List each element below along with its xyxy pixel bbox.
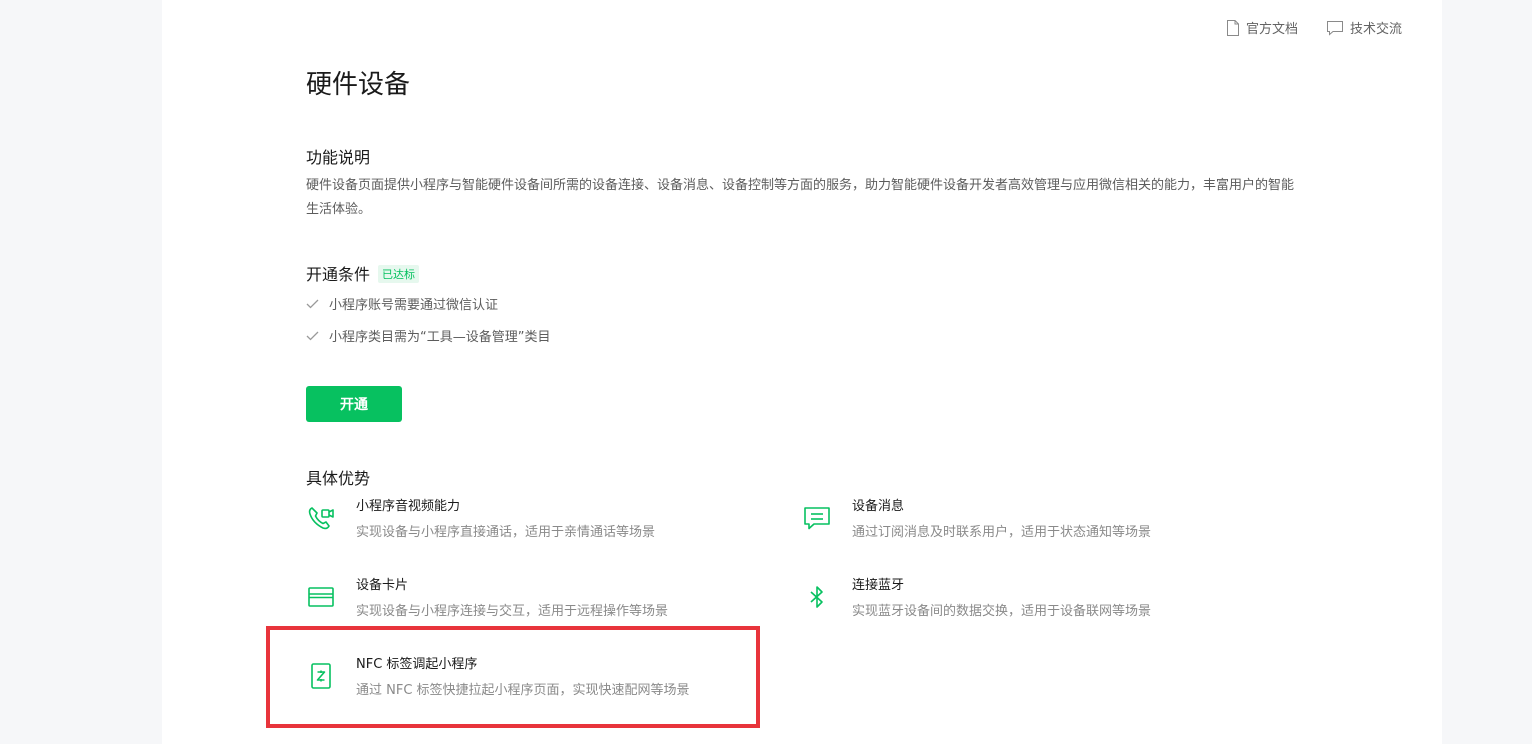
condition-item: 小程序账号需要通过微信认证 xyxy=(306,294,498,313)
feature-name: 小程序音视频能力 xyxy=(356,499,461,514)
feature-description: 通过订阅消息及时联系用户，适用于状态通知等场景 xyxy=(852,525,1152,540)
feature-item-video-call: 小程序音视频能力 实现设备与小程序直接通话，适用于亲情通话等场景 xyxy=(306,498,655,542)
page-title: 硬件设备 xyxy=(306,70,411,100)
feature-item-device-message: 设备消息 通过订阅消息及时联系用户，适用于状态通知等场景 xyxy=(802,498,1151,542)
nfc-icon xyxy=(311,663,331,689)
check-icon xyxy=(306,299,319,308)
status-badge: 已达标 xyxy=(378,265,420,283)
function-section-title: 功能说明 xyxy=(306,148,371,167)
feature-description: 通过 NFC 标签快捷拉起小程序页面，实现快速配网等场景 xyxy=(356,683,690,698)
feature-item-nfc: NFC 标签调起小程序 通过 NFC 标签快捷拉起小程序页面，实现快速配网等场景 xyxy=(306,656,690,700)
tech-community-link[interactable]: 技术交流 xyxy=(1326,18,1402,37)
feature-item-device-card: 设备卡片 实现设备与小程序连接与交互，适用于远程操作等场景 xyxy=(306,577,668,621)
conditions-section-title: 开通条件 已达标 xyxy=(306,261,420,285)
condition-item: 小程序类目需为“工具—设备管理”类目 xyxy=(306,326,550,345)
condition-text: 小程序类目需为“工具—设备管理”类目 xyxy=(329,330,551,345)
card-icon xyxy=(308,587,334,607)
main-card: 官方文档 技术交流 硬件设备 功能说明 硬件设备页面提供小程序与智能硬件设备间所… xyxy=(162,0,1442,744)
check-icon xyxy=(306,331,319,340)
feature-description: 实现设备与小程序直接通话，适用于亲情通话等场景 xyxy=(356,525,656,540)
feature-name: 设备消息 xyxy=(852,499,905,514)
chat-icon xyxy=(1326,20,1343,36)
condition-text: 小程序账号需要通过微信认证 xyxy=(329,298,499,313)
feature-description: 实现设备与小程序连接与交互，适用于远程操作等场景 xyxy=(356,604,669,619)
message-icon xyxy=(804,507,830,530)
feature-name: 设备卡片 xyxy=(356,578,409,593)
feature-description: 实现蓝牙设备间的数据交换，适用于设备联网等场景 xyxy=(852,604,1152,619)
feature-name: NFC 标签调起小程序 xyxy=(356,657,478,672)
official-docs-label: 官方文档 xyxy=(1245,22,1298,37)
feature-item-bluetooth: 连接蓝牙 实现蓝牙设备间的数据交换，适用于设备联网等场景 xyxy=(802,577,1151,621)
open-button[interactable]: 开通 xyxy=(306,386,402,422)
feature-name: 连接蓝牙 xyxy=(852,578,905,593)
video-call-icon xyxy=(308,507,334,530)
official-docs-link[interactable]: 官方文档 xyxy=(1226,18,1298,37)
bluetooth-icon xyxy=(810,586,823,608)
conditions-title-text: 开通条件 xyxy=(306,265,371,284)
advantages-section-title: 具体优势 xyxy=(306,469,371,488)
document-icon xyxy=(1226,19,1239,36)
function-description: 硬件设备页面提供小程序与智能硬件设备间所需的设备连接、设备消息、设备控制等方面的… xyxy=(306,178,1295,217)
tech-community-label: 技术交流 xyxy=(1349,22,1402,37)
top-links: 官方文档 技术交流 xyxy=(1226,18,1402,37)
